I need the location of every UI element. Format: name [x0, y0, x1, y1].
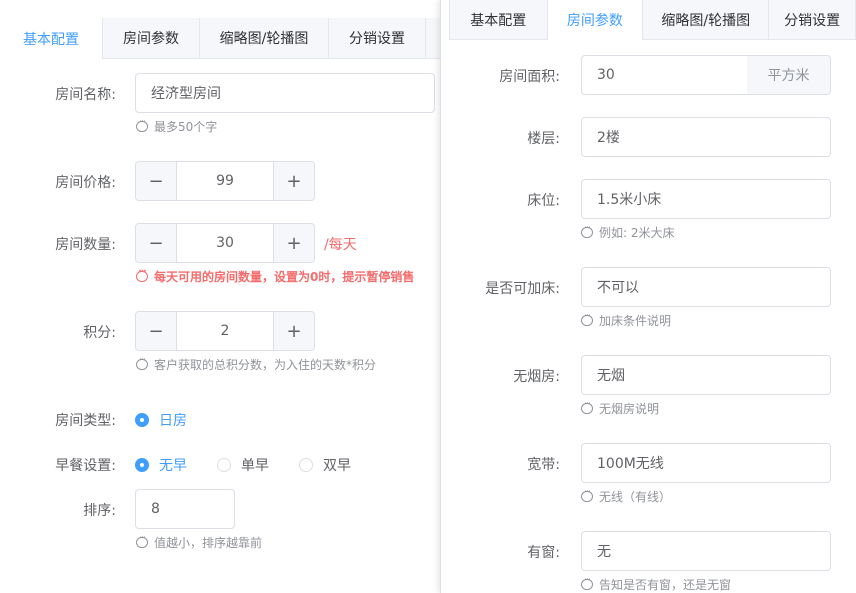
increase-button[interactable]: + — [273, 224, 314, 262]
broadband-input[interactable]: 100M无线 — [581, 443, 831, 483]
extra-bed-label: 是否可加床: — [485, 281, 560, 297]
info-icon — [581, 487, 593, 502]
points-stepper[interactable]: − 2 + — [135, 311, 315, 351]
room-price-stepper[interactable]: − 99 + — [135, 161, 315, 201]
breakfast-option-label[interactable]: 单早 — [241, 455, 269, 475]
breakfast-option-none[interactable]: 无早 — [135, 455, 187, 475]
tab-basic-config[interactable]: 基本配置 — [0, 18, 103, 59]
per-day-suffix: /每天 — [324, 237, 357, 253]
bed-hint-text: 例如: 2米大床 — [599, 226, 675, 240]
info-icon — [581, 575, 593, 590]
room-type-option-day[interactable]: 日房 — [135, 410, 187, 430]
decrease-button[interactable]: − — [136, 162, 177, 200]
no-smoking-label: 无烟房: — [513, 369, 560, 385]
window-label: 有窗: — [527, 545, 560, 561]
left-panel: 基本配置 房间参数 缩略图/轮播图 分销设置 房间名称: 经济型房间 最多50个… — [0, 0, 440, 593]
radio-dot[interactable] — [299, 458, 313, 472]
floor-label: 楼层: — [527, 131, 560, 147]
tab-distribution[interactable]: 分销设置 — [329, 18, 426, 58]
info-icon — [136, 533, 148, 548]
points-hint-text: 客户获取的总积分数，为入住的天数*积分 — [154, 358, 377, 372]
radio-dot[interactable] — [135, 413, 149, 427]
points-hint: 客户获取的总积分数，为入住的天数*积分 — [136, 355, 377, 373]
room-count-hint: 每天可用的房间数量，设置为0时，提示暂停销售 — [136, 267, 415, 285]
right-tabs: 基本配置 房间参数 缩略图/轮播图 分销设置 — [449, 0, 856, 40]
area-unit: 平方米 — [747, 55, 831, 95]
info-icon — [581, 311, 593, 326]
no-smoking-input[interactable]: 无烟 — [581, 355, 831, 395]
extra-bed-hint-text: 加床条件说明 — [599, 314, 672, 328]
tab-room-params[interactable]: 房间参数 — [547, 0, 644, 40]
tab-thumbnails[interactable]: 缩略图/轮播图 — [200, 18, 329, 58]
room-name-hint-text: 最多50个字 — [154, 120, 218, 134]
bed-hint: 例如: 2米大床 — [581, 223, 675, 241]
sort-label: 排序: — [83, 503, 116, 519]
window-hint-text: 告知是否有窗，还是无窗 — [599, 578, 732, 592]
info-icon — [581, 223, 593, 238]
breakfast-option-label[interactable]: 无早 — [159, 455, 187, 475]
tab-basic-config[interactable]: 基本配置 — [450, 0, 548, 39]
right-panel: 基本配置 房间参数 缩略图/轮播图 分销设置 房间面积: 30 平方米 楼层: … — [440, 0, 856, 593]
tab-distribution[interactable]: 分销设置 — [769, 0, 856, 39]
room-count-value[interactable]: 30 — [177, 224, 273, 262]
info-icon — [136, 117, 148, 132]
room-count-label: 房间数量: — [55, 237, 116, 253]
decrease-button[interactable]: − — [136, 224, 177, 262]
radio-dot[interactable] — [217, 458, 231, 472]
room-name-hint: 最多50个字 — [136, 117, 218, 135]
increase-button[interactable]: + — [273, 162, 314, 200]
breakfast-option-double[interactable]: 双早 — [299, 455, 351, 475]
decrease-button[interactable]: − — [136, 312, 177, 350]
room-type-label: 房间类型: — [55, 413, 116, 429]
window-input[interactable]: 无 — [581, 531, 831, 571]
left-tabs: 基本配置 房间参数 缩略图/轮播图 分销设置 — [0, 18, 440, 59]
no-smoking-hint: 无烟房说明 — [581, 399, 660, 417]
breakfast-option-label[interactable]: 双早 — [323, 455, 351, 475]
room-price-value[interactable]: 99 — [177, 162, 273, 200]
area-input[interactable]: 30 — [581, 55, 748, 95]
room-count-hint-text: 每天可用的房间数量，设置为0时，提示暂停销售 — [154, 270, 415, 284]
increase-button[interactable]: + — [273, 312, 314, 350]
extra-bed-hint: 加床条件说明 — [581, 311, 672, 329]
sort-hint-text: 值越小，排序越靠前 — [154, 536, 263, 550]
extra-bed-input[interactable]: 不可以 — [581, 267, 831, 307]
broadband-hint: 无线（有线） — [581, 487, 672, 505]
room-price-label: 房间价格: — [55, 175, 116, 191]
area-label: 房间面积: — [499, 69, 560, 85]
bed-input[interactable]: 1.5米小床 — [581, 179, 831, 219]
tab-thumbnails[interactable]: 缩略图/轮播图 — [643, 0, 770, 39]
broadband-label: 宽带: — [527, 457, 560, 473]
tab-room-params[interactable]: 房间参数 — [103, 18, 200, 58]
breakfast-option-single[interactable]: 单早 — [217, 455, 269, 475]
room-name-input[interactable]: 经济型房间 — [135, 73, 435, 113]
info-icon — [136, 355, 148, 370]
bed-label: 床位: — [527, 193, 560, 209]
info-icon — [581, 399, 593, 414]
room-name-label: 房间名称: — [55, 87, 116, 103]
window-hint: 告知是否有窗，还是无窗 — [581, 575, 732, 593]
room-type-option-label[interactable]: 日房 — [159, 410, 187, 430]
floor-input[interactable]: 2楼 — [581, 117, 831, 157]
room-count-stepper[interactable]: − 30 + — [135, 223, 315, 263]
points-label: 积分: — [83, 325, 116, 341]
radio-dot[interactable] — [135, 458, 149, 472]
sort-hint: 值越小，排序越靠前 — [136, 533, 263, 551]
no-smoking-hint-text: 无烟房说明 — [599, 402, 660, 416]
broadband-hint-text: 无线（有线） — [599, 490, 672, 504]
info-icon — [136, 267, 148, 282]
points-value[interactable]: 2 — [177, 312, 273, 350]
sort-input[interactable]: 8 — [135, 489, 235, 529]
breakfast-label: 早餐设置: — [55, 458, 116, 474]
